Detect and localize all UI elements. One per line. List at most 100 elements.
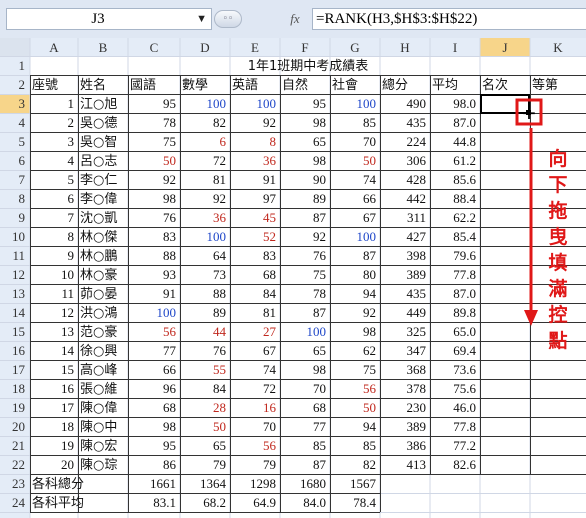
- row-header-11: 11: [12, 248, 25, 263]
- table-cell: 74: [263, 362, 277, 377]
- table-cell: 75: [313, 267, 326, 282]
- table-cell: 98: [163, 419, 176, 434]
- table-cell: 36: [263, 153, 277, 168]
- table-cell: 85.6: [453, 172, 476, 187]
- table-cell: 56: [363, 381, 377, 396]
- table-cell: 77.8: [453, 419, 476, 434]
- table-cell: 95: [163, 438, 176, 453]
- row-header-15: 15: [12, 324, 25, 339]
- table-cell: 94: [363, 419, 377, 434]
- student-name-cell: 李○偉: [80, 192, 117, 207]
- insert-function-button[interactable]: fx: [282, 9, 308, 29]
- row-header-1: 1: [19, 58, 26, 73]
- table-cell: 87: [313, 210, 327, 225]
- table-cell: 73.6: [453, 362, 476, 377]
- row-header-3-selected[interactable]: [0, 94, 30, 113]
- table-cell: 81: [213, 172, 226, 187]
- fill-handle[interactable]: [526, 110, 531, 115]
- table-cell: 88: [163, 248, 176, 263]
- row-header-20: 20: [12, 419, 25, 434]
- table-cell: 64: [213, 248, 227, 263]
- table-cell: 85.4: [453, 229, 476, 244]
- table-cell: 306: [407, 153, 427, 168]
- table-cell: 100: [207, 96, 227, 111]
- table-cell: 91: [263, 172, 276, 187]
- table-cell: 427: [407, 229, 427, 244]
- student-name-cell: 林○豪: [80, 267, 117, 283]
- student-name-cell: 江○旭: [80, 97, 117, 112]
- table-cell: 65: [313, 343, 326, 358]
- student-name-cell: 吳○德: [80, 116, 117, 131]
- table-cell: 67: [263, 343, 277, 358]
- annotation-char: 控: [548, 304, 568, 326]
- table-cell: 36: [213, 210, 227, 225]
- table-cell: 87: [313, 305, 327, 320]
- drag-fill-instruction: 向下拖曳填滿控點: [544, 146, 572, 354]
- row-header-4: 4: [19, 115, 26, 130]
- column-header-D: D: [200, 40, 209, 55]
- table-cell: 11: [61, 286, 74, 301]
- table-cell: 76: [313, 248, 327, 263]
- table-cell: 85: [363, 115, 376, 130]
- student-name-cell: 陳○宏: [80, 439, 117, 454]
- table-cell: 70: [363, 134, 376, 149]
- table-cell: 80: [363, 267, 376, 282]
- worksheet-grid[interactable]: A B C D E F G H I J K 1 2 3 4 5 6 7 8 9 10 11 12 13 14 15 16 17 18 19…: [0, 38, 586, 518]
- row-header-10: 10: [12, 229, 25, 244]
- table-cell: 46.0: [453, 400, 476, 415]
- student-name-cell: 張○維: [80, 382, 117, 397]
- table-cell: 27: [263, 324, 277, 339]
- table-cell: 98: [313, 153, 326, 168]
- table-cell: 50: [363, 153, 376, 168]
- row-header-24: 24: [12, 495, 26, 510]
- table-cell: 77: [313, 419, 327, 434]
- table-cell: 52: [263, 229, 276, 244]
- column-header-J: J: [502, 40, 507, 55]
- table-cell: 14: [61, 343, 75, 358]
- table-cell: 93: [163, 267, 176, 282]
- student-name-cell: 林○傑: [80, 230, 117, 245]
- table-cell: 72: [263, 381, 276, 396]
- table-cell: 92: [213, 191, 226, 206]
- column-header-E: E: [251, 40, 259, 55]
- annotation-char: 滿: [548, 278, 568, 300]
- header-cell: 國語: [130, 77, 156, 93]
- table-cell: 70: [263, 419, 276, 434]
- averages-cell: 83.1: [153, 495, 176, 510]
- name-box[interactable]: J3 ▼: [6, 8, 212, 30]
- select-all-corner[interactable]: [0, 38, 30, 56]
- row-header-17: 17: [12, 362, 26, 377]
- table-cell: 86: [163, 457, 177, 472]
- column-header-B: B: [99, 40, 108, 55]
- table-cell: 413: [407, 457, 427, 472]
- chevron-down-icon[interactable]: ▼: [196, 9, 207, 29]
- table-cell: 378: [407, 381, 427, 396]
- table-cell: 91: [163, 286, 176, 301]
- row-header-16: 16: [12, 343, 26, 358]
- table-cell: 89: [213, 305, 226, 320]
- table-cell: 62: [363, 343, 376, 358]
- table-cell: 78: [313, 286, 326, 301]
- table-cell: 98.0: [453, 96, 476, 111]
- table-cell: 76: [163, 210, 177, 225]
- table-cell: 9: [68, 248, 75, 263]
- table-cell: 13: [61, 324, 74, 339]
- table-cell: 45: [263, 210, 276, 225]
- row-header-2: 2: [19, 77, 26, 92]
- column-header-C: C: [150, 40, 159, 55]
- table-cell: 79: [263, 457, 276, 472]
- row-header-23: 23: [12, 476, 25, 491]
- table-cell: 6: [68, 191, 75, 206]
- table-cell: 66: [163, 362, 177, 377]
- student-name-cell: 洪○鴻: [80, 306, 117, 321]
- table-cell: 94: [363, 286, 377, 301]
- table-cell: 87.0: [453, 286, 476, 301]
- table-cell: 96: [163, 381, 177, 396]
- header-cell: 總分: [382, 77, 408, 93]
- table-cell: 77.8: [453, 267, 476, 282]
- annotation-char: 下: [548, 174, 568, 196]
- table-cell: 73: [213, 267, 226, 282]
- formula-bar-resize-handle[interactable]: ◦◦: [214, 10, 242, 28]
- table-cell: 50: [363, 400, 376, 415]
- formula-input[interactable]: =RANK(H3,$H$3:$H$22): [312, 8, 586, 30]
